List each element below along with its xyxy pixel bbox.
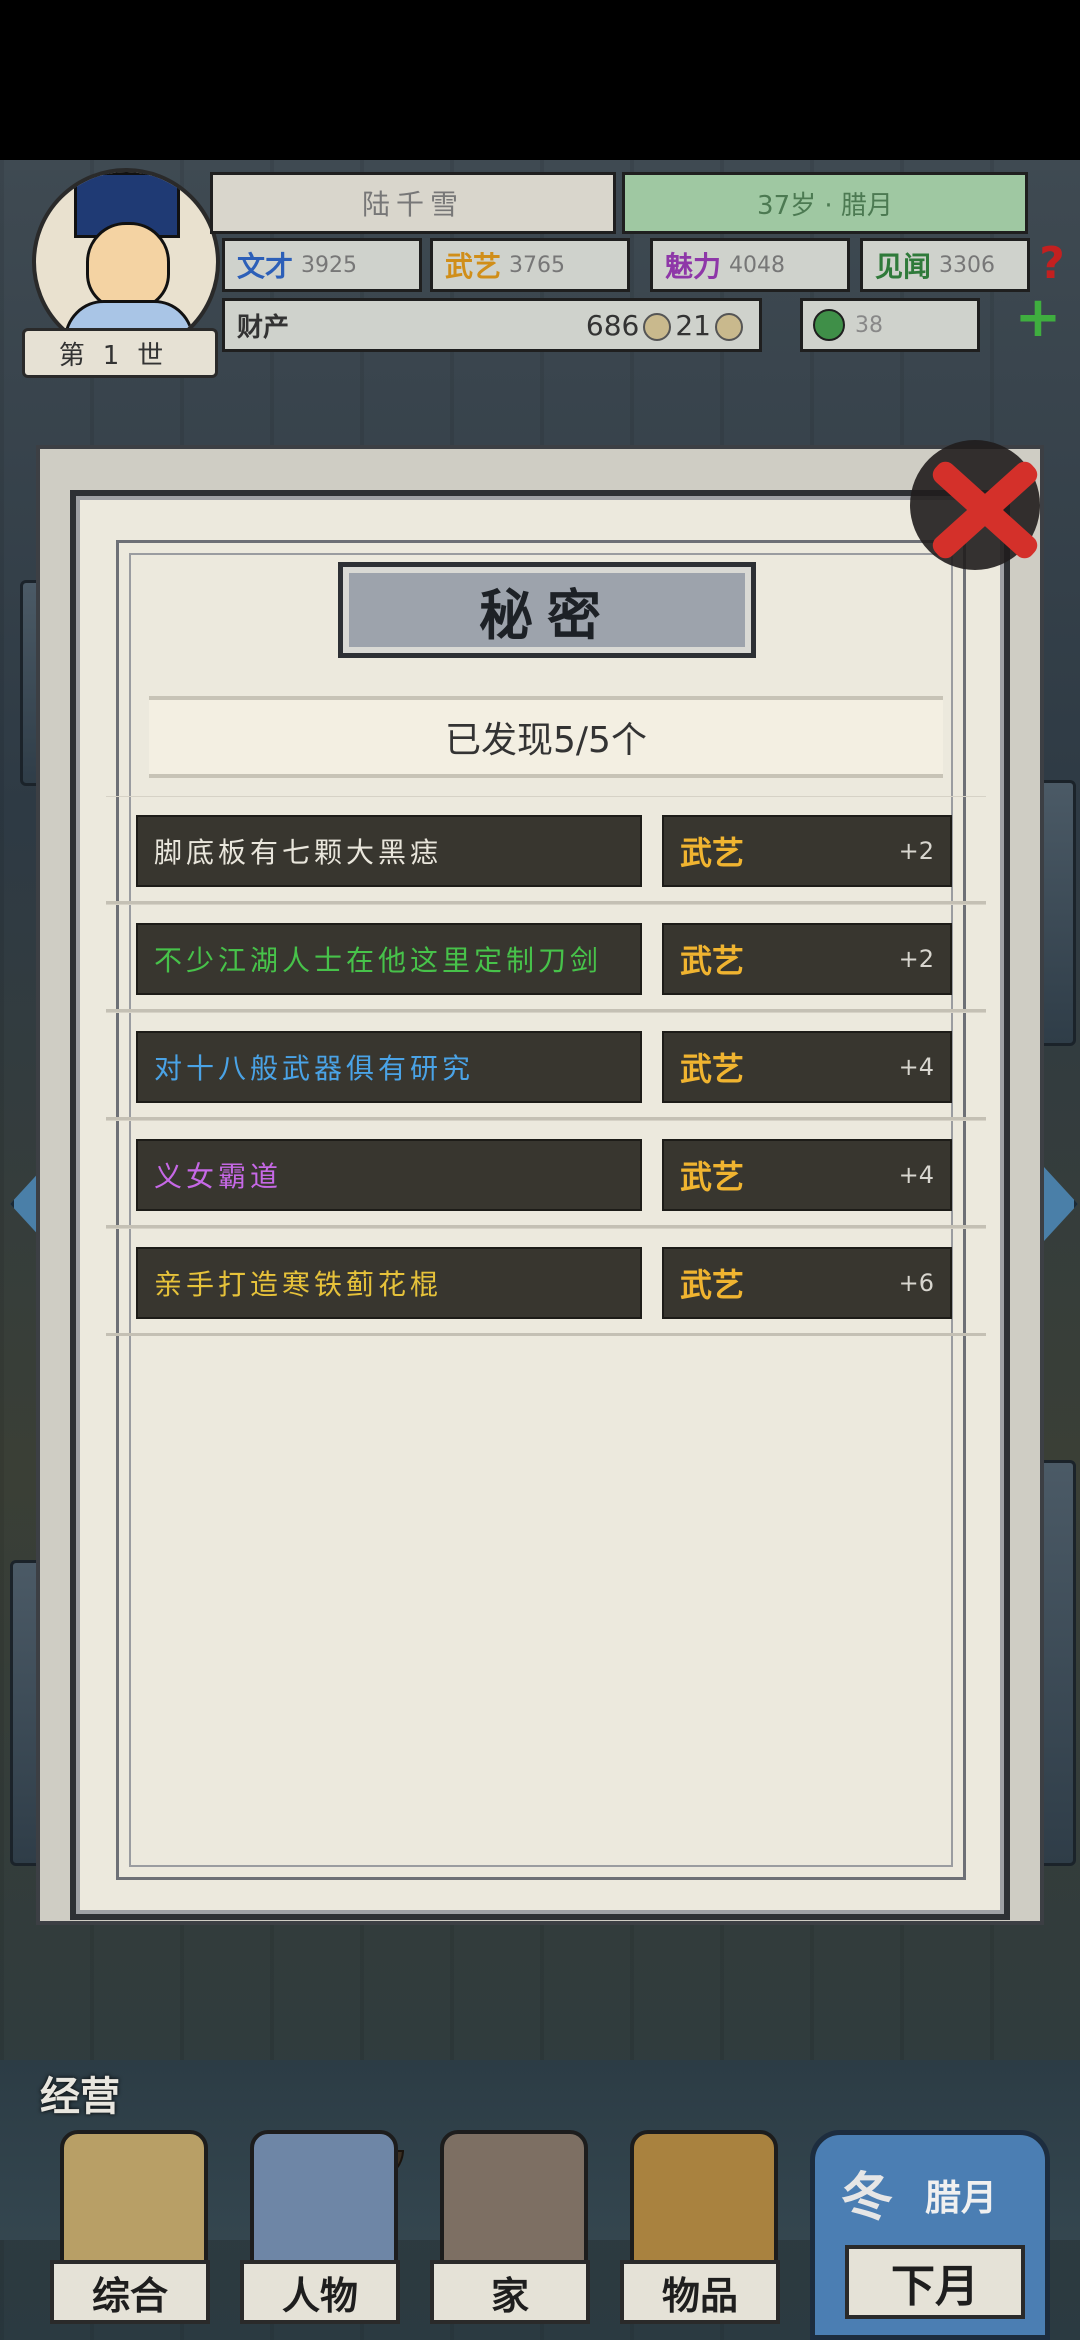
nav-general[interactable]: 综合	[40, 2130, 220, 2340]
nav-items[interactable]: 物品	[610, 2130, 790, 2340]
help-icon[interactable]: ?	[1030, 236, 1074, 292]
bonus-attribute: 武艺	[680, 1050, 745, 1088]
secret-description: 对十八般武器俱有研究	[136, 1031, 642, 1103]
secret-bonus: 武艺 +4	[662, 1031, 952, 1103]
secret-description: 义女霸道	[136, 1139, 642, 1211]
stat-meili: 魅力 4048	[650, 238, 850, 292]
secret-list: 脚底板有七颗大黑痣 武艺 +2 不少江湖人士在他这里定制刀剑 武艺 +2 对十八…	[106, 796, 986, 1336]
secret-bonus: 武艺 +2	[662, 923, 952, 995]
modal-title-plate: 秘密	[338, 562, 756, 658]
add-currency-button[interactable]: +	[1010, 290, 1066, 346]
list-item: 对十八般武器俱有研究 武艺 +4	[106, 1012, 986, 1120]
nav-home[interactable]: 家	[420, 2130, 600, 2340]
bonus-value: +2	[898, 837, 934, 865]
list-item: 亲手打造寒铁蓟花棍 武艺 +6	[106, 1228, 986, 1336]
copper-coin-icon	[715, 312, 743, 341]
top-hud: 第1世 陆千雪 37岁 · 腊月 文才 3925 武艺 3765 魅力 4048…	[0, 160, 1080, 380]
scroll-books-icon	[60, 2130, 208, 2278]
stat-label: 魅力	[665, 250, 722, 283]
secrets-modal: 秘密 已发现5/5个 脚底板有七颗大黑痣 武艺 +2 不少江湖人士在他这里定制刀…	[70, 490, 1010, 1920]
wealth-label: 财产	[237, 312, 290, 343]
secret-bonus: 武艺 +4	[662, 1139, 952, 1211]
bonus-value: +6	[898, 1269, 934, 1297]
coin-value: 21	[675, 308, 711, 342]
generation-tag: 第1世	[22, 328, 218, 378]
person-icon	[250, 2130, 398, 2278]
list-item: 不少江湖人士在他这里定制刀剑 武艺 +2	[106, 904, 986, 1012]
month-label: 腊月	[925, 2177, 998, 2219]
silver-amount: 686 21	[586, 309, 747, 342]
game-screen: 第1世 陆千雪 37岁 · 腊月 文才 3925 武艺 3765 魅力 4048…	[0, 0, 1080, 2340]
gem-value: 38	[855, 312, 883, 338]
bonus-attribute: 武艺	[680, 942, 745, 980]
character-name: 陆千雪	[210, 172, 616, 234]
list-item: 脚底板有七颗大黑痣 武艺 +2	[106, 796, 986, 904]
age-date: 37岁 · 腊月	[622, 172, 1028, 234]
next-month-label: 下月	[845, 2245, 1025, 2319]
list-item: 义女霸道 武艺 +4	[106, 1120, 986, 1228]
items-icon	[630, 2130, 778, 2278]
bonus-attribute: 武艺	[680, 1158, 745, 1196]
secret-description: 不少江湖人士在他这里定制刀剑	[136, 923, 642, 995]
bonus-value: +2	[898, 945, 934, 973]
season-label: 冬	[841, 2167, 894, 2228]
stat-value: 3925	[301, 252, 358, 278]
secret-bonus: 武艺 +2	[662, 815, 952, 887]
bonus-value: +4	[898, 1161, 934, 1189]
bonus-value: +4	[898, 1053, 934, 1081]
house-icon	[440, 2130, 588, 2278]
stat-label: 文才	[237, 250, 294, 283]
nav-characters[interactable]: 人物	[230, 2130, 410, 2340]
nav-label: 物品	[620, 2260, 780, 2324]
nav-label: 综合	[50, 2260, 210, 2324]
secret-bonus: 武艺 +6	[662, 1247, 952, 1319]
stat-value: 4048	[729, 252, 786, 278]
silver-value: 686	[585, 308, 640, 342]
close-button[interactable]	[900, 420, 1070, 590]
stat-wuyi: 武艺 3765	[430, 238, 630, 292]
stat-label: 见闻	[875, 250, 932, 283]
bonus-attribute: 武艺	[680, 1266, 745, 1304]
face	[86, 222, 170, 310]
secret-description: 亲手打造寒铁蓟花棍	[136, 1247, 642, 1319]
secret-description: 脚底板有七颗大黑痣	[136, 815, 642, 887]
nav-label: 人物	[240, 2260, 400, 2324]
modal-title: 秘密	[479, 582, 615, 647]
stat-label: 武艺	[445, 250, 502, 283]
found-count-bar: 已发现5/5个	[149, 696, 943, 778]
stat-value: 3306	[939, 252, 996, 278]
wealth-bar: 财产 686 21	[222, 298, 762, 352]
next-month-button[interactable]: 冬 腊月 下月	[810, 2130, 1050, 2340]
silver-ingot-icon	[643, 312, 672, 341]
jade-icon	[813, 309, 845, 341]
bonus-attribute: 武艺	[680, 834, 745, 872]
nav-label: 家	[430, 2260, 590, 2324]
stat-value: 3765	[509, 252, 566, 278]
business-label[interactable]: 经营	[40, 2064, 120, 2122]
gem-counter: 38	[800, 298, 980, 352]
stat-wencai: 文才 3925	[222, 238, 422, 292]
stat-jianwen: 见闻 3306	[860, 238, 1030, 292]
